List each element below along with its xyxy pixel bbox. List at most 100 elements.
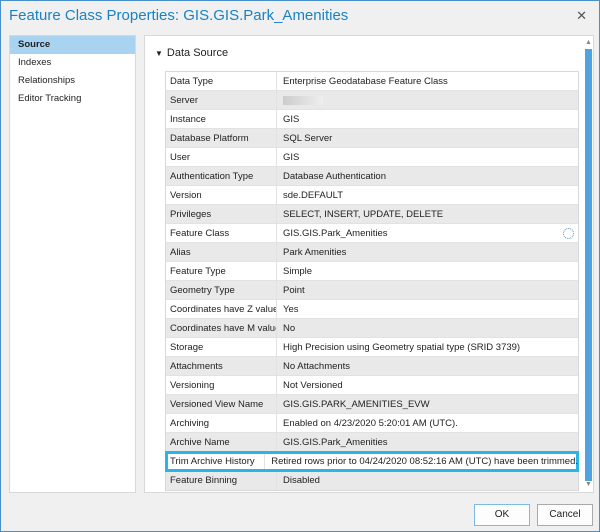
scroll-down-icon[interactable]: ▼ [584,481,593,491]
property-value-text: Enabled on 4/23/2020 5:20:01 AM (UTC). [283,418,458,429]
property-value: Enabled on 4/23/2020 5:20:01 AM (UTC). [277,414,578,432]
dialog: Feature Class Properties: GIS.GIS.Park_A… [0,0,600,532]
table-row: Feature Type Simple [166,262,578,281]
table-row: Coordinates have Z value Yes [166,300,578,319]
content-panel: ▼ Data Source Data Type Enterprise Geodata… [144,35,594,493]
table-row: Feature Class GIS.GIS.Park_Amenities [166,224,578,243]
property-name: Feature Binning [166,471,277,490]
table-row: Versioned View Name GIS.GIS.PARK_AMENITIE… [166,395,578,414]
property-name: Archiving [166,414,277,432]
scrollbar-thumb[interactable] [585,49,592,481]
scroll-up-icon[interactable]: ▲ [584,39,593,49]
property-value [277,91,578,109]
property-name: Coordinates have M value [166,319,277,337]
property-value-text: sde.DEFAULT [283,190,344,201]
table-row: Archiving Enabled on 4/23/2020 5:20:01 AM… [166,414,578,433]
property-value: GIS.GIS.PARK_AMENITIES_EVW [277,395,578,413]
property-name: Data Type [166,72,277,90]
table-row: Server [166,91,578,110]
property-name: Versioned View Name [166,395,277,413]
property-value-text: Database Authentication [283,171,386,182]
property-value: Database Authentication [277,167,578,185]
property-name: Privileges [166,205,277,223]
nav-item-relationships[interactable]: Relationships [10,72,135,90]
property-name: Coordinates have Z value [166,300,277,318]
property-value: GIS.GIS.Park_Amenities [277,433,578,451]
property-name: Attachments [166,357,277,375]
property-value-text: GIS.GIS.Park_Amenities [283,228,388,239]
table-row: Storage High Precision using Geometry spa… [166,338,578,357]
property-value: SQL Server [277,129,578,147]
property-value: Point [277,281,578,299]
property-value: Retired rows prior to 04/24/2020 08:52:1… [265,452,578,470]
table-row: Data Type Enterprise Geodatabase Feature … [166,72,578,91]
chevron-down-icon: ▼ [155,49,163,58]
property-value-text: Point [283,285,305,296]
property-name: Server [166,91,277,109]
property-name: Version [166,186,277,204]
table-row: Coordinates have M value No [166,319,578,338]
table-row: Alias Park Amenities [166,243,578,262]
section-header-data-source[interactable]: ▼ Data Source [155,47,228,59]
section-title: Data Source [166,47,229,59]
property-name: Feature Type [166,262,277,280]
property-value-text: Enterprise Geodatabase Feature Class [283,76,448,87]
properties-table: Data Type Enterprise Geodatabase Feature … [165,71,579,491]
close-icon[interactable]: ✕ [576,8,587,24]
property-value-text: Disabled [283,475,320,486]
table-row: Version sde.DEFAULT [166,186,578,205]
table-row: Database Platform SQL Server [166,129,578,148]
cancel-button[interactable]: Cancel [537,504,593,526]
nav-item-source[interactable]: Source [10,36,135,54]
table-row: Archive Name GIS.GIS.Park_Amenities [166,433,578,452]
property-name: Database Platform [166,129,277,147]
property-name: Geometry Type [166,281,277,299]
globe-icon[interactable] [563,228,574,239]
table-row: User GIS [166,148,578,167]
property-value-text: SQL Server [283,133,333,144]
table-row: Versioning Not Versioned [166,376,578,395]
property-name: Authentication Type [166,167,277,185]
nav-item-editor-tracking[interactable]: Editor Tracking [10,90,135,108]
property-value-text: Park Amenities [283,247,347,258]
nav-item-indexes[interactable]: Indexes [10,54,135,72]
property-value: Yes [277,300,578,318]
table-row: Authentication Type Database Authenticati… [166,167,578,186]
property-value-text: Yes [283,304,299,315]
property-value-text: Not Versioned [283,380,343,391]
property-name: Alias [166,243,277,261]
property-value: GIS [277,110,578,128]
property-value-text: GIS [283,114,300,125]
table-row: Privileges SELECT, INSERT, UPDATE, DELETE [166,205,578,224]
table-row: Feature Binning Disabled [166,471,578,490]
property-value: GIS.GIS.Park_Amenities [277,224,578,242]
property-name: Instance [166,110,277,128]
scrollbar[interactable]: ▲ ▼ [584,39,593,491]
property-value-text: No Attachments [283,361,351,372]
property-value-text: GIS.GIS.PARK_AMENITIES_EVW [283,399,430,410]
property-value: Enterprise Geodatabase Feature Class [277,72,578,90]
property-value: Disabled [277,471,578,490]
property-name: Storage [166,338,277,356]
property-name: Archive Name [166,433,277,451]
property-value: SELECT, INSERT, UPDATE, DELETE [277,205,578,223]
property-value-text: GIS.GIS.Park_Amenities [283,437,388,448]
property-value: GIS [277,148,578,166]
property-value: No Attachments [277,357,578,375]
table-row: Attachments No Attachments [166,357,578,376]
table-row: Trim Archive History Retired rows prior t… [165,451,579,472]
nav-panel: Source Indexes Relationships Editor Trac… [9,35,136,493]
property-value-text: GIS [283,152,300,163]
redacted-server [283,95,323,105]
property-value-text: Simple [283,266,313,277]
property-value: Not Versioned [277,376,578,394]
table-row: Instance GIS [166,110,578,129]
property-value-text: SELECT, INSERT, UPDATE, DELETE [283,209,444,220]
property-value: No [277,319,578,337]
property-value: High Precision using Geometry spatial ty… [277,338,578,356]
property-value-text: No [283,323,296,334]
property-name: User [166,148,277,166]
property-value: sde.DEFAULT [277,186,578,204]
ok-button[interactable]: OK [474,504,530,526]
table-row: Geometry Type Point [166,281,578,300]
